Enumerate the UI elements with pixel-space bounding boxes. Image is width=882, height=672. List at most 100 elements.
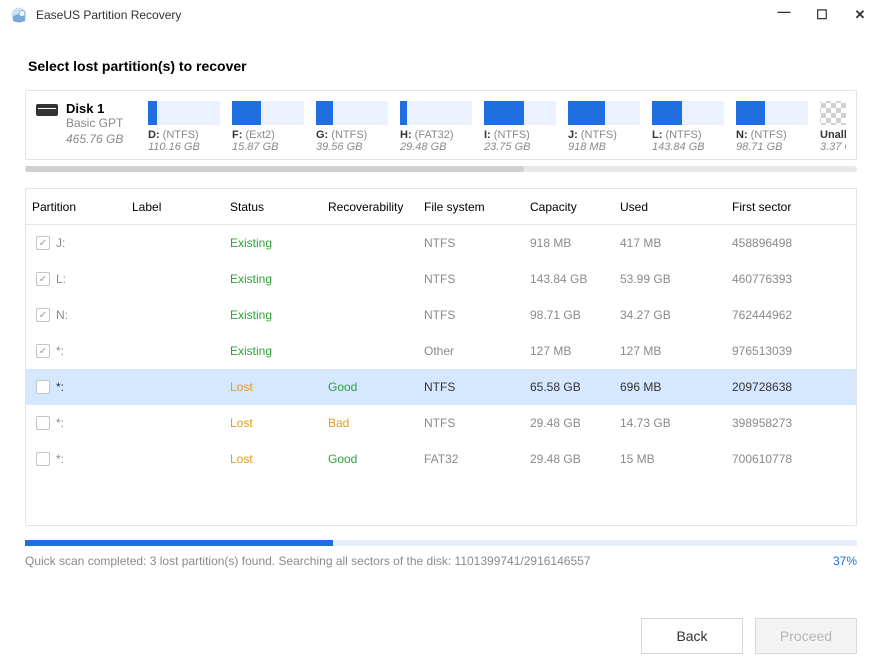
maximize-button[interactable]: ☐ bbox=[814, 7, 830, 23]
disk-icon bbox=[36, 104, 58, 116]
partition-card[interactable]: L: (NTFS)143.84 GB bbox=[652, 101, 724, 153]
cell-first-sector: 762444962 bbox=[726, 308, 842, 322]
partition-card[interactable]: F: (Ext2)15.87 GB bbox=[232, 101, 304, 153]
partition-card[interactable]: G: (NTFS)39.56 GB bbox=[316, 101, 388, 153]
table-row[interactable]: *:LostGoodFAT3229.48 GB15 MB700610778 bbox=[26, 441, 856, 477]
row-checkbox[interactable] bbox=[36, 416, 50, 430]
cell-first-sector: 398958273 bbox=[726, 416, 842, 430]
partition-card[interactable]: D: (NTFS)110.16 GB bbox=[148, 101, 220, 153]
partition-size: 98.71 GB bbox=[736, 141, 808, 153]
cell-recoverability: Good bbox=[322, 452, 418, 466]
partition-size: 143.84 GB bbox=[652, 141, 724, 153]
partition-label: J: (NTFS) bbox=[568, 129, 640, 141]
table-row[interactable]: *:LostGoodNTFS65.58 GB696 MB209728638 bbox=[26, 369, 856, 405]
col-capacity[interactable]: Capacity bbox=[524, 200, 614, 214]
proceed-button[interactable]: Proceed bbox=[755, 618, 857, 654]
cell-first-sector: 976513039 bbox=[726, 344, 842, 358]
cell-status: Existing bbox=[224, 308, 322, 322]
cell-used: 34.27 GB bbox=[614, 308, 726, 322]
partition-card[interactable]: N: (NTFS)98.71 GB bbox=[736, 101, 808, 153]
partition-strip-scrollbar[interactable] bbox=[25, 166, 857, 172]
partition-size: 39.56 GB bbox=[316, 141, 388, 153]
cell-used: 14.73 GB bbox=[614, 416, 726, 430]
cell-used: 15 MB bbox=[614, 452, 726, 466]
title-bar: EaseUS Partition Recovery — ☐ ✕ bbox=[0, 0, 882, 30]
partition-usage-bar bbox=[820, 101, 846, 125]
col-label[interactable]: Label bbox=[126, 200, 224, 214]
partition-letter: L: bbox=[56, 272, 66, 286]
disk-overview-panel: Disk 1 Basic GPT 465.76 GB D: (NTFS)110.… bbox=[25, 90, 857, 160]
close-button[interactable]: ✕ bbox=[852, 7, 868, 23]
row-checkbox[interactable] bbox=[36, 236, 50, 250]
table-row[interactable]: L:ExistingNTFS143.84 GB53.99 GB460776393 bbox=[26, 261, 856, 297]
cell-status: Existing bbox=[224, 272, 322, 286]
back-button[interactable]: Back bbox=[641, 618, 743, 654]
cell-status: Lost bbox=[224, 380, 322, 394]
partition-card[interactable]: H: (FAT32)29.48 GB bbox=[400, 101, 472, 153]
row-checkbox[interactable] bbox=[36, 344, 50, 358]
partition-strip: D: (NTFS)110.16 GBF: (Ext2)15.87 GBG: (N… bbox=[148, 101, 846, 153]
partition-card[interactable]: J: (NTFS)918 MB bbox=[568, 101, 640, 153]
cell-filesystem: Other bbox=[418, 344, 524, 358]
partition-usage-bar bbox=[316, 101, 388, 125]
partition-usage-bar bbox=[400, 101, 472, 125]
app-icon bbox=[10, 6, 28, 24]
col-status[interactable]: Status bbox=[224, 200, 322, 214]
partition-usage-bar bbox=[652, 101, 724, 125]
cell-filesystem: NTFS bbox=[418, 272, 524, 286]
partition-label: H: (FAT32) bbox=[400, 129, 472, 141]
table-row[interactable]: N:ExistingNTFS98.71 GB34.27 GB762444962 bbox=[26, 297, 856, 333]
disk-size: 465.76 GB bbox=[66, 132, 123, 148]
table-row[interactable]: J:ExistingNTFS918 MB417 MB458896498 bbox=[26, 225, 856, 261]
cell-status: Existing bbox=[224, 236, 322, 250]
disk-info: Disk 1 Basic GPT 465.76 GB bbox=[36, 101, 132, 147]
partition-label: N: (NTFS) bbox=[736, 129, 808, 141]
partition-usage-bar bbox=[148, 101, 220, 125]
progress-percent: 37% bbox=[833, 554, 857, 568]
partition-letter: *: bbox=[56, 416, 64, 430]
cell-used: 127 MB bbox=[614, 344, 726, 358]
cell-status: Lost bbox=[224, 416, 322, 430]
cell-status: Existing bbox=[224, 344, 322, 358]
progress-status-text: Quick scan completed: 3 lost partition(s… bbox=[25, 554, 590, 568]
row-checkbox[interactable] bbox=[36, 380, 50, 394]
cell-first-sector: 209728638 bbox=[726, 380, 842, 394]
cell-recoverability: Good bbox=[322, 380, 418, 394]
partition-usage-bar bbox=[232, 101, 304, 125]
cell-used: 53.99 GB bbox=[614, 272, 726, 286]
cell-recoverability: Bad bbox=[322, 416, 418, 430]
cell-capacity: 98.71 GB bbox=[524, 308, 614, 322]
page-title: Select lost partition(s) to recover bbox=[28, 58, 854, 74]
partition-card[interactable]: I: (NTFS)23.75 GB bbox=[484, 101, 556, 153]
partition-size: 23.75 GB bbox=[484, 141, 556, 153]
cell-first-sector: 700610778 bbox=[726, 452, 842, 466]
col-recoverability[interactable]: Recoverability bbox=[322, 200, 418, 214]
row-checkbox[interactable] bbox=[36, 308, 50, 322]
partition-usage-bar bbox=[484, 101, 556, 125]
cell-capacity: 29.48 GB bbox=[524, 416, 614, 430]
col-filesystem[interactable]: File system bbox=[418, 200, 524, 214]
partition-size: 3.37 GB bbox=[820, 141, 846, 153]
row-checkbox[interactable] bbox=[36, 272, 50, 286]
cell-filesystem: NTFS bbox=[418, 416, 524, 430]
col-used[interactable]: Used bbox=[614, 200, 726, 214]
progress-bar bbox=[25, 540, 857, 546]
partition-size: 110.16 GB bbox=[148, 141, 220, 153]
cell-used: 696 MB bbox=[614, 380, 726, 394]
cell-capacity: 918 MB bbox=[524, 236, 614, 250]
partition-size: 29.48 GB bbox=[400, 141, 472, 153]
table-row[interactable]: *: LostBadNTFS29.48 GB14.73 GB398958273 bbox=[26, 405, 856, 441]
row-checkbox[interactable] bbox=[36, 452, 50, 466]
table-header: Partition Label Status Recoverability Fi… bbox=[26, 189, 856, 225]
disk-name: Disk 1 bbox=[66, 101, 123, 116]
partition-label: F: (Ext2) bbox=[232, 129, 304, 141]
table-row[interactable]: *:ExistingOther127 MB127 MB976513039 bbox=[26, 333, 856, 369]
minimize-button[interactable]: — bbox=[776, 4, 792, 20]
col-partition[interactable]: Partition bbox=[26, 200, 126, 214]
partition-card[interactable]: Unallo... 3.37 GB bbox=[820, 101, 846, 153]
col-first-sector[interactable]: First sector bbox=[726, 200, 842, 214]
partition-letter: N: bbox=[56, 308, 68, 322]
cell-filesystem: NTFS bbox=[418, 236, 524, 250]
partition-usage-bar bbox=[568, 101, 640, 125]
cell-filesystem: FAT32 bbox=[418, 452, 524, 466]
